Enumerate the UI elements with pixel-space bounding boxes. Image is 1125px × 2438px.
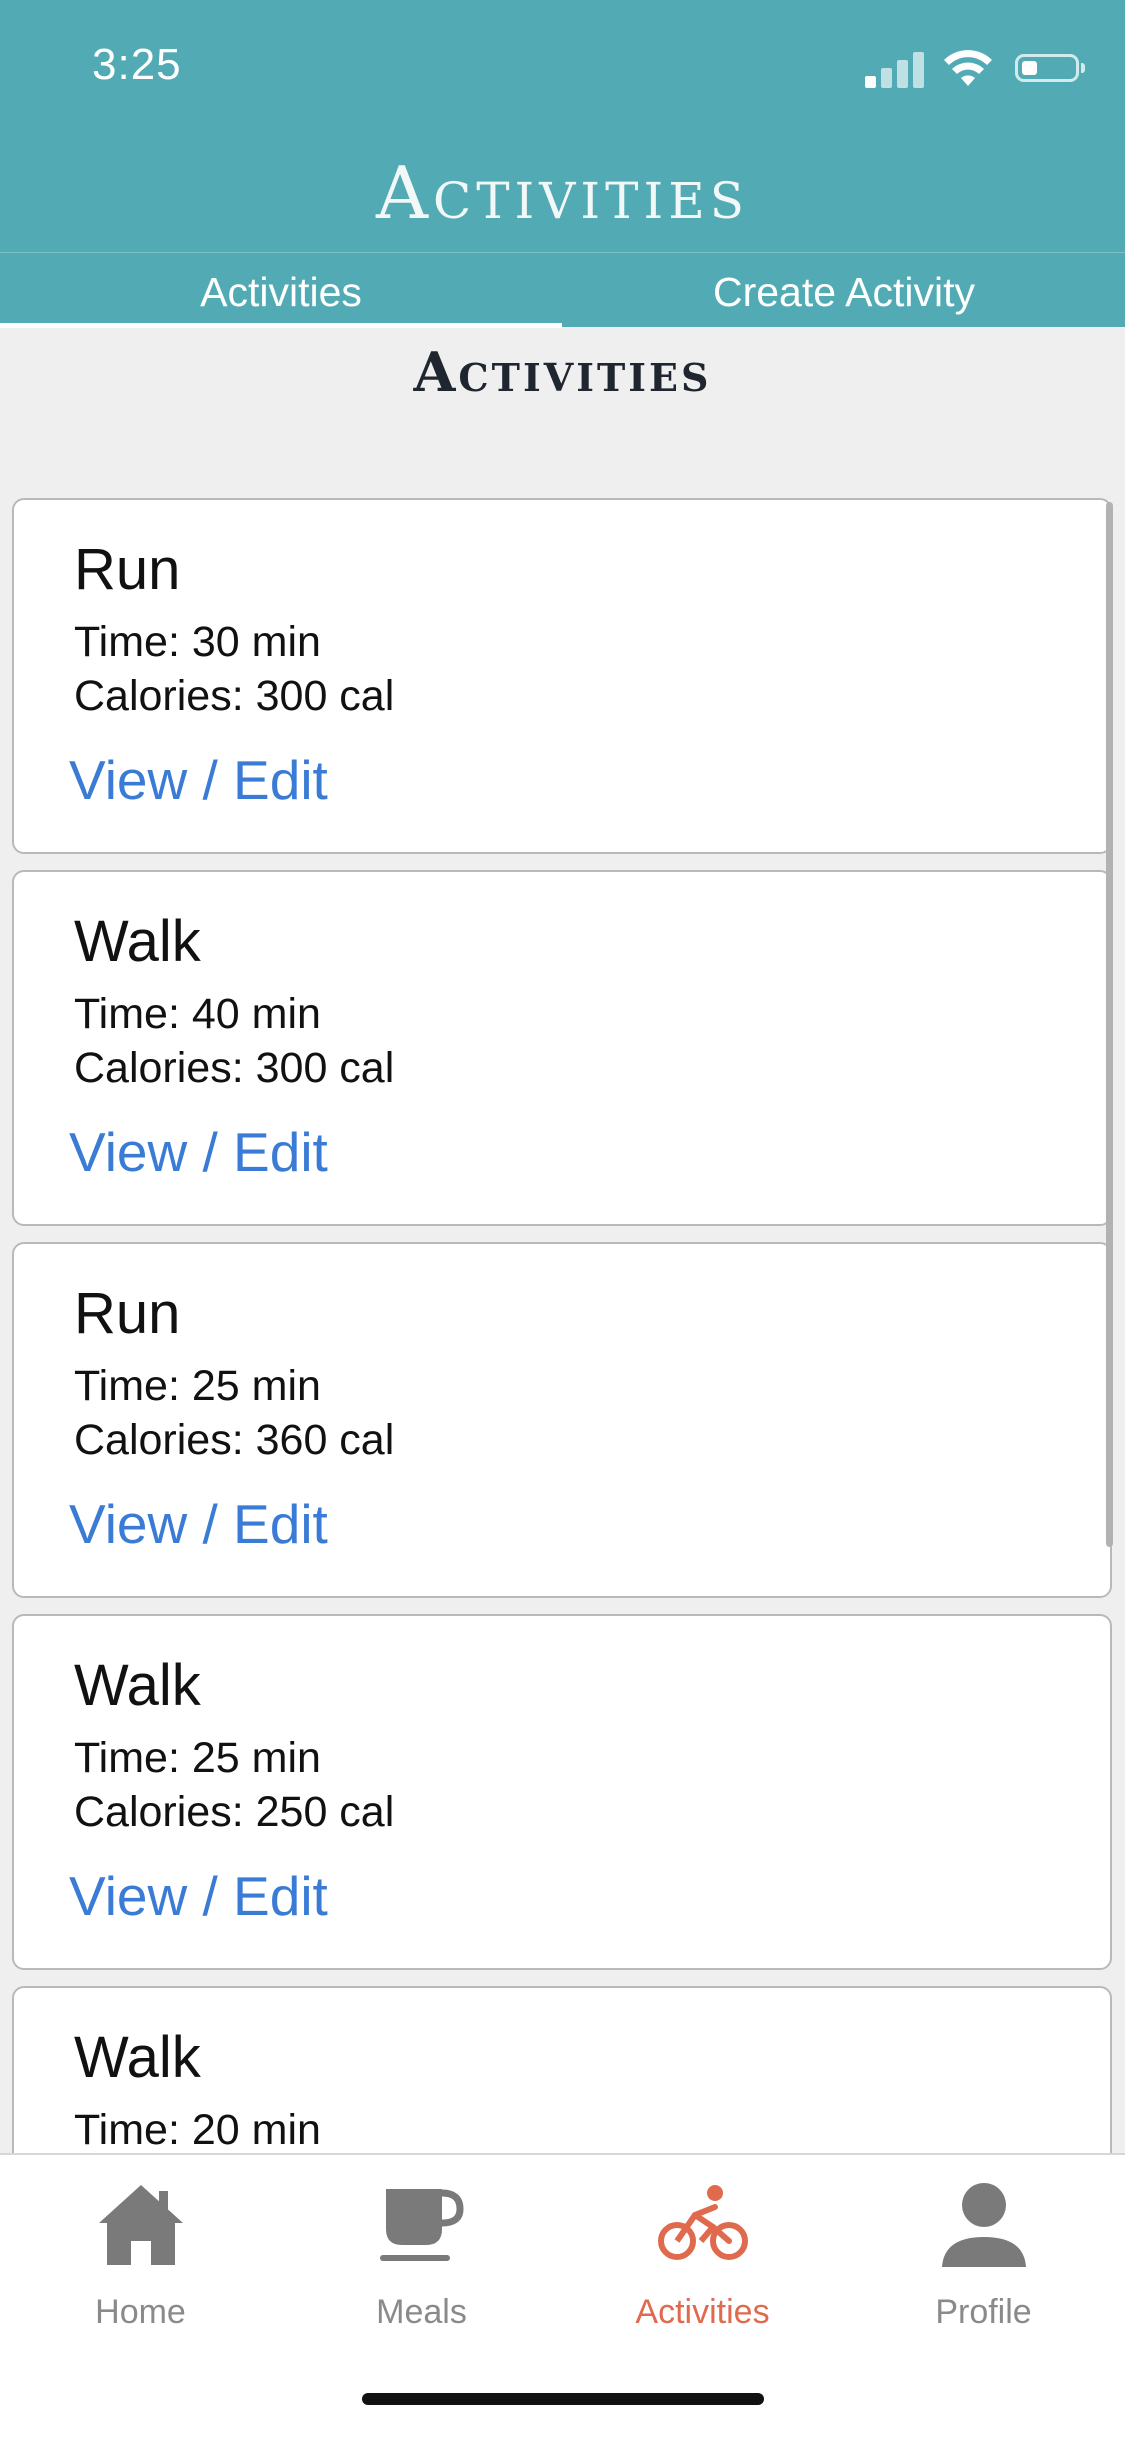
nav-label: Home xyxy=(95,2293,186,2331)
wifi-icon xyxy=(944,50,992,86)
scrollbar[interactable] xyxy=(1106,502,1113,1547)
activity-card: Walk Time: 25 min Calories: 250 cal View… xyxy=(12,1614,1112,1970)
activity-time: Time: 25 min xyxy=(74,1362,321,1410)
activity-card: Run Time: 30 min Calories: 300 cal View … xyxy=(12,498,1112,854)
person-icon xyxy=(942,2183,1026,2267)
activity-name: Walk xyxy=(74,2025,201,2090)
section-title: Activities xyxy=(413,340,712,404)
activity-name: Walk xyxy=(74,1653,201,1718)
page-title: Activities xyxy=(375,151,750,235)
activity-name: Run xyxy=(74,1281,181,1346)
view-edit-link[interactable]: View / Edit xyxy=(69,1864,328,1928)
tab-bar: Activities Create Activity xyxy=(0,252,1125,328)
activity-name: Walk xyxy=(74,909,201,974)
selected-tab-indicator xyxy=(0,323,562,328)
activity-calories: Calories: 300 cal xyxy=(74,672,395,720)
coffee-cup-icon xyxy=(380,2189,464,2261)
status-icons xyxy=(865,48,1085,88)
activity-card: Walk Time: 40 min Calories: 300 cal View… xyxy=(12,870,1112,1226)
view-edit-link[interactable]: View / Edit xyxy=(69,1492,328,1556)
activity-calories: Calories: 250 cal xyxy=(74,1788,395,1836)
activity-time: Time: 40 min xyxy=(74,990,321,1038)
status-time: 3:25 xyxy=(92,40,182,89)
activity-card: Walk Time: 20 min xyxy=(12,1986,1112,2153)
tab-activities[interactable]: Activities xyxy=(0,253,562,328)
nav-meals[interactable]: Meals xyxy=(281,2155,562,2355)
nav-label: Profile xyxy=(935,2293,1032,2331)
activity-time: Time: 25 min xyxy=(74,1734,321,1782)
home-indicator xyxy=(362,2393,764,2405)
activity-time: Time: 30 min xyxy=(74,618,321,666)
nav-profile[interactable]: Profile xyxy=(843,2155,1124,2355)
activity-list[interactable]: Run Time: 30 min Calories: 300 cal View … xyxy=(0,498,1125,2153)
activity-calories: Calories: 360 cal xyxy=(74,1416,395,1464)
cellular-signal-icon xyxy=(865,48,925,88)
bicycle-icon xyxy=(658,2185,748,2260)
view-edit-link[interactable]: View / Edit xyxy=(69,1120,328,1184)
nav-home[interactable]: Home xyxy=(0,2155,281,2355)
nav-activities[interactable]: Activities xyxy=(562,2155,843,2355)
activity-card: Run Time: 25 min Calories: 360 cal View … xyxy=(12,1242,1112,1598)
app-header: 3:25 Activities Activities Create Activi… xyxy=(0,0,1125,328)
activity-name: Run xyxy=(74,537,181,602)
nav-label: Meals xyxy=(376,2293,467,2331)
battery-icon xyxy=(1015,54,1085,82)
home-icon xyxy=(99,2185,183,2265)
activity-time: Time: 20 min xyxy=(74,2106,321,2153)
activity-calories: Calories: 300 cal xyxy=(74,1044,395,1092)
tab-create-activity[interactable]: Create Activity xyxy=(563,253,1125,328)
view-edit-link[interactable]: View / Edit xyxy=(69,748,328,812)
nav-label: Activities xyxy=(635,2293,770,2331)
